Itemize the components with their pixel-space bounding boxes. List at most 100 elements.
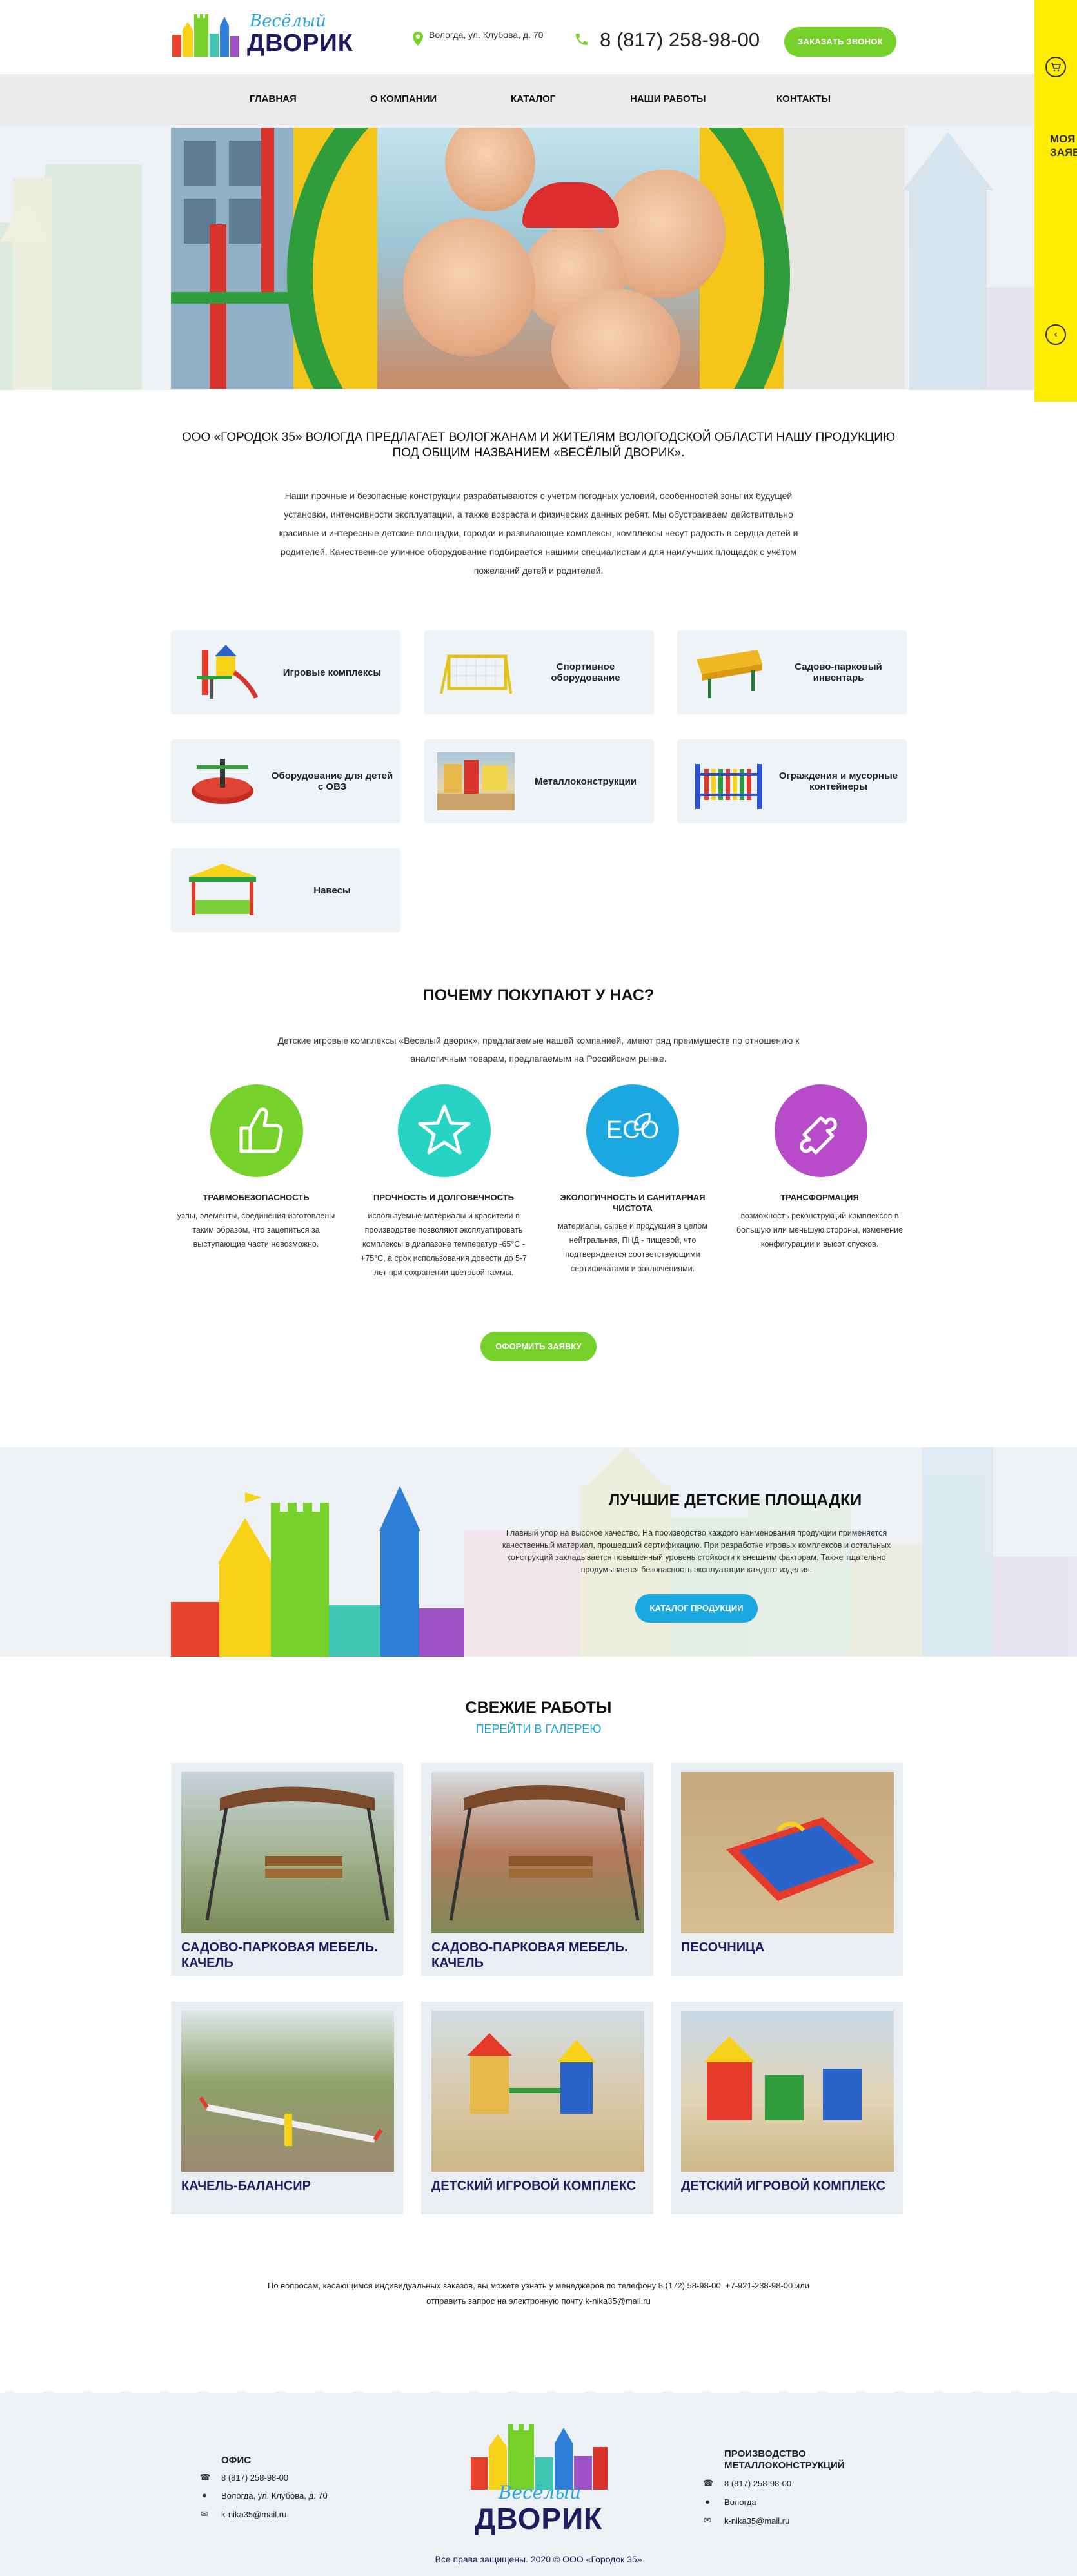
chevron-left-icon[interactable]: ‹ bbox=[1045, 324, 1066, 345]
side-order-panel[interactable]: МОЯ ЗАЯВКА ‹ bbox=[1034, 0, 1077, 402]
hero-image bbox=[171, 128, 905, 389]
work-card[interactable]: ДЕТСКИЙ ИГРОВОЙ КОМПЛЕКС bbox=[671, 2002, 903, 2214]
feature-title: ЭКОЛОГИЧНОСТЬ И САНИТАРНАЯ ЧИСТОТА bbox=[560, 1193, 706, 1213]
phone-icon bbox=[574, 32, 589, 50]
cart-icon[interactable] bbox=[1045, 57, 1066, 77]
category-label: Навесы bbox=[313, 884, 351, 896]
feature-title: ТРАВМОБЕЗОПАСНОСТЬ bbox=[203, 1193, 310, 1202]
production-email[interactable]: k-nika35@mail.ru bbox=[724, 2516, 789, 2526]
eco-icon: ECO bbox=[586, 1084, 679, 1177]
work-title: КАЧЕЛЬ-БАЛАНСИР bbox=[181, 2179, 311, 2193]
best-section: ЛУЧШИЕ ДЕТСКИЕ ПЛОЩАДКИ Главный упор на … bbox=[0, 1447, 1077, 1657]
phone-icon: ☎ bbox=[703, 2478, 714, 2488]
category-card-fence[interactable]: Ограждения и мусорные контейнеры bbox=[677, 739, 907, 823]
gallery-link[interactable]: ПЕРЕЙТИ В ГАЛЕРЕЮ bbox=[377, 1722, 700, 1736]
footer-logo-small: Весёлый bbox=[498, 2482, 582, 2503]
work-card[interactable]: ПЕСОЧНИЦА bbox=[671, 1763, 903, 1976]
site-footer: ОФИС ☎ 8 (817) 258-98-00 ● Вологда, ул. … bbox=[0, 2391, 1077, 2576]
category-label: Игровые комплексы bbox=[282, 667, 382, 678]
catalog-button[interactable]: КАТАЛОГ ПРОДУКЦИИ bbox=[635, 1594, 758, 1623]
nav-item-about[interactable]: О КОМПАНИИ bbox=[370, 93, 437, 104]
category-image bbox=[184, 752, 261, 810]
why-subtitle: Детские игровые комплексы «Веселый двори… bbox=[277, 1035, 800, 1064]
map-pin-icon: ● bbox=[705, 2497, 710, 2506]
office-phone[interactable]: 8 (817) 258-98-00 bbox=[221, 2473, 288, 2483]
category-label: Оборудование для детей с ОВЗ bbox=[271, 770, 393, 792]
work-title: САДОВО-ПАРКОВАЯ МЕБЕЛЬ. КАЧЕЛЬ bbox=[181, 1940, 378, 1970]
category-image bbox=[690, 643, 767, 701]
contact-note: По вопросам, касающимся индивидуальных з… bbox=[268, 2281, 809, 2306]
work-card[interactable]: ДЕТСКИЙ ИГРОВОЙ КОМПЛЕКС bbox=[421, 2002, 653, 2214]
puzzle-icon bbox=[775, 1084, 867, 1177]
star-icon bbox=[398, 1084, 491, 1177]
feature-text: используемые материалы и красители в про… bbox=[360, 1211, 528, 1277]
work-image bbox=[681, 1772, 894, 1933]
logo-big-text: ДВОРИК bbox=[247, 30, 353, 57]
work-card[interactable]: САДОВО-ПАРКОВАЯ МЕБЕЛЬ. КАЧЕЛЬ bbox=[421, 1763, 653, 1976]
category-image bbox=[437, 752, 515, 810]
category-card-play[interactable]: Игровые комплексы bbox=[171, 630, 400, 714]
mail-icon: ✉ bbox=[704, 2515, 711, 2525]
category-image bbox=[184, 861, 261, 919]
nav-item-works[interactable]: НАШИ РАБОТЫ bbox=[630, 93, 706, 104]
nav-item-home[interactable]: ГЛАВНАЯ bbox=[250, 93, 297, 104]
category-label: Металлоконструкции bbox=[534, 776, 637, 787]
site-header: Весёлый ДВОРИК Вологда, ул. Клубова, д. … bbox=[0, 0, 1077, 74]
category-image bbox=[437, 643, 515, 701]
map-pin-icon: ● bbox=[202, 2490, 207, 2500]
category-card-park[interactable]: Садово-парковый инвентарь bbox=[677, 630, 907, 714]
category-label: Садово-парковый инвентарь bbox=[795, 661, 882, 683]
work-image bbox=[681, 2011, 894, 2172]
header-address: Вологда, ул. Клубова, д. 70 bbox=[429, 30, 544, 40]
work-title: ДЕТСКИЙ ИГРОВОЙ КОМПЛЕКС bbox=[431, 2179, 637, 2193]
map-pin-icon bbox=[413, 32, 424, 46]
work-title: ДЕТСКИЙ ИГРОВОЙ КОМПЛЕКС bbox=[681, 2179, 886, 2193]
header-phone[interactable]: 8 (817) 258-98-00 bbox=[600, 28, 760, 52]
category-image bbox=[184, 643, 261, 701]
submit-request-button[interactable]: ОФОРМИТЬ ЗАЯВКУ bbox=[480, 1332, 597, 1361]
intro-text: Наши прочные и безопасные конструкции ра… bbox=[279, 491, 798, 576]
mail-icon: ✉ bbox=[201, 2509, 208, 2519]
office-address: Вологда, ул. Клубова, д. 70 bbox=[221, 2491, 328, 2501]
works-title: СВЕЖИЕ РАБОТЫ bbox=[465, 1699, 612, 1717]
work-image bbox=[181, 1772, 394, 1933]
production-phone[interactable]: 8 (817) 258-98-00 bbox=[724, 2479, 791, 2488]
order-call-button[interactable]: ЗАКАЗАТЬ ЗВОНОК bbox=[784, 27, 896, 57]
work-image bbox=[431, 2011, 644, 2172]
side-panel-label: МОЯ ЗАЯВКА bbox=[1050, 133, 1077, 159]
eco-label: ECO bbox=[606, 1117, 660, 1144]
production-title: ПРОИЗВОДСТВО МЕТАЛЛОКОНСТРУКЦИЙ bbox=[724, 2448, 845, 2471]
footer-logo[interactable]: Весёлый ДВОРИК bbox=[464, 2419, 613, 2548]
work-image bbox=[431, 1772, 644, 1933]
copyright: Все права защищены. 2020 © ООО «Городок … bbox=[435, 2554, 642, 2564]
work-image bbox=[181, 2011, 394, 2172]
category-label: Ограждения и мусорные контейнеры bbox=[778, 770, 898, 792]
feature-title: ТРАНСФОРМАЦИЯ bbox=[780, 1193, 859, 1202]
thumbs-up-icon bbox=[210, 1084, 303, 1177]
nav-item-catalog[interactable]: КАТАЛОГ bbox=[511, 93, 555, 104]
feature-text: возможность реконструкций комплексов в б… bbox=[736, 1211, 904, 1249]
work-card[interactable]: САДОВО-ПАРКОВАЯ МЕБЕЛЬ. КАЧЕЛЬ bbox=[171, 1763, 403, 1976]
office-email[interactable]: k-nika35@mail.ru bbox=[221, 2510, 286, 2519]
feature-title: ПРОЧНОСТЬ И ДОЛГОВЕЧНОСТЬ bbox=[373, 1193, 515, 1202]
logo-small-text: Весёлый bbox=[250, 12, 326, 31]
feature-text: материалы, сырье и продукция в целом ней… bbox=[558, 1222, 707, 1273]
page: { "header": { "address": "Вологда, ул. К… bbox=[0, 0, 1077, 2576]
category-image bbox=[690, 752, 767, 810]
work-title: САДОВО-ПАРКОВАЯ МЕБЕЛЬ. КАЧЕЛЬ bbox=[431, 1940, 628, 1970]
work-card[interactable]: КАЧЕЛЬ-БАЛАНСИР bbox=[171, 2002, 403, 2214]
why-title: ПОЧЕМУ ПОКУПАЮТ У НАС? bbox=[422, 986, 655, 1004]
feature-text: узлы, элементы, соединения изготовлены т… bbox=[177, 1211, 335, 1249]
production-address: Вологда bbox=[724, 2497, 756, 2507]
category-card-metal[interactable]: Металлоконструкции bbox=[424, 739, 654, 823]
category-card-ovz[interactable]: Оборудование для детей с ОВЗ bbox=[171, 739, 400, 823]
work-title: ПЕСОЧНИЦА bbox=[681, 1940, 765, 1955]
logo[interactable]: Весёлый ДВОРИК bbox=[171, 8, 377, 59]
main-nav: ГЛАВНАЯ О КОМПАНИИ КАТАЛОГ НАШИ РАБОТЫ К… bbox=[0, 74, 1034, 126]
category-label: Спортивное оборудование bbox=[551, 661, 620, 683]
nav-item-contacts[interactable]: КОНТАКТЫ bbox=[776, 93, 831, 104]
best-title: ЛУЧШИЕ ДЕТСКИЕ ПЛОЩАДКИ bbox=[608, 1491, 862, 1509]
category-card-sport[interactable]: Спортивное оборудование bbox=[424, 630, 654, 714]
phone-icon: ☎ bbox=[200, 2472, 211, 2482]
category-card-canopy[interactable]: Навесы bbox=[171, 848, 400, 932]
